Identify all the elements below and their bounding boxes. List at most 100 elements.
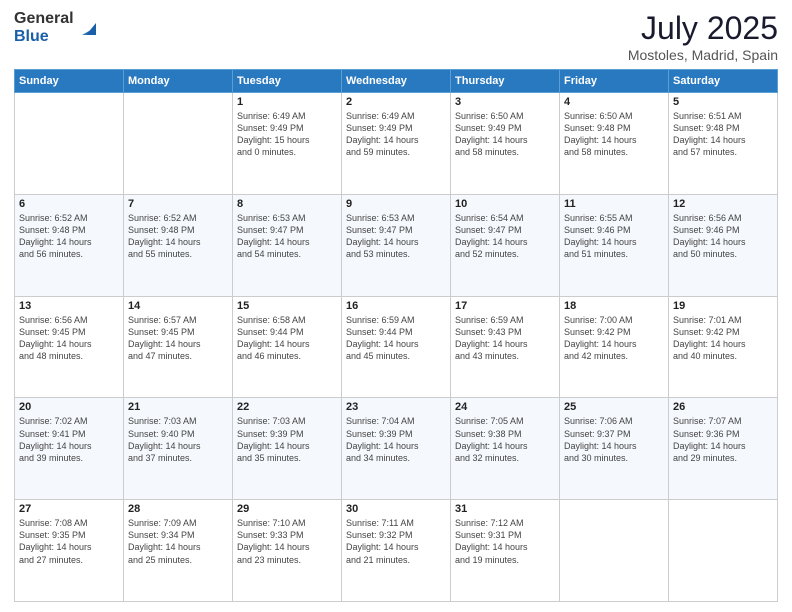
day-number: 17 [455, 300, 555, 312]
calendar-cell: 31 Sunrise: 7:12 AM Sunset: 9:31 PM Dayli… [451, 500, 560, 602]
day-number: 6 [19, 198, 119, 210]
col-monday: Monday [124, 70, 233, 93]
calendar-cell: 18Sunrise: 7:00 AM Sunset: 9:42 PM Dayli… [560, 296, 669, 398]
calendar-cell: 11 Sunrise: 6:55 AM Sunset: 9:46 PM Dayli… [560, 194, 669, 296]
day-info: Sunrise: 6:54 AM Sunset: 9:47 PM Dayligh… [455, 212, 555, 261]
day-info: Sunrise: 6:49 AM Sunset: 9:49 PM Dayligh… [237, 110, 337, 159]
col-tuesday: Tuesday [233, 70, 342, 93]
calendar-cell: 3 Sunrise: 6:50 AM Sunset: 9:49 PM Daylig… [451, 93, 560, 195]
calendar-cell [15, 93, 124, 195]
calendar-cell: 15Sunrise: 6:58 AM Sunset: 9:44 PM Dayli… [233, 296, 342, 398]
calendar-week-row: 1 Sunrise: 6:49 AM Sunset: 9:49 PM Daylig… [15, 93, 778, 195]
day-number: 30 [346, 503, 446, 515]
day-info: Sunrise: 7:04 AM Sunset: 9:39 PM Dayligh… [346, 415, 446, 464]
logo-blue: Blue [14, 28, 74, 46]
calendar-cell: 13 Sunrise: 6:56 AM Sunset: 9:45 PM Dayli… [15, 296, 124, 398]
day-number: 13 [19, 300, 119, 312]
day-number: 1 [237, 96, 337, 108]
day-number: 29 [237, 503, 337, 515]
day-number: 2 [346, 96, 446, 108]
calendar-cell: 24 Sunrise: 7:05 AM Sunset: 9:38 PM Dayli… [451, 398, 560, 500]
day-info: Sunrise: 7:12 AM Sunset: 9:31 PM Dayligh… [455, 517, 555, 566]
calendar-cell [669, 500, 778, 602]
page-header: General Blue July 2025 Mostoles, Madrid,… [14, 10, 778, 63]
day-info: Sunrise: 6:55 AM Sunset: 9:46 PM Dayligh… [564, 212, 664, 261]
day-number: 18 [564, 300, 664, 312]
day-number: 3 [455, 96, 555, 108]
day-number: 25 [564, 401, 664, 413]
calendar-week-row: 27Sunrise: 7:08 AM Sunset: 9:35 PM Dayli… [15, 500, 778, 602]
day-info: Sunrise: 6:50 AM Sunset: 9:49 PM Dayligh… [455, 110, 555, 159]
calendar-cell: 28Sunrise: 7:09 AM Sunset: 9:34 PM Dayli… [124, 500, 233, 602]
day-number: 11 [564, 198, 664, 210]
calendar-page: General Blue July 2025 Mostoles, Madrid,… [0, 0, 792, 612]
day-number: 12 [673, 198, 773, 210]
calendar-cell: 16 Sunrise: 6:59 AM Sunset: 9:44 PM Dayli… [342, 296, 451, 398]
calendar-week-row: 6Sunrise: 6:52 AM Sunset: 9:48 PM Daylig… [15, 194, 778, 296]
calendar-cell: 23 Sunrise: 7:04 AM Sunset: 9:39 PM Dayli… [342, 398, 451, 500]
day-number: 23 [346, 401, 446, 413]
day-number: 8 [237, 198, 337, 210]
calendar-body: 1 Sunrise: 6:49 AM Sunset: 9:49 PM Daylig… [15, 93, 778, 602]
day-info: Sunrise: 6:50 AM Sunset: 9:48 PM Dayligh… [564, 110, 664, 159]
day-number: 31 [455, 503, 555, 515]
calendar-cell: 26 Sunrise: 7:07 AM Sunset: 9:36 PM Dayli… [669, 398, 778, 500]
calendar-cell: 14Sunrise: 6:57 AM Sunset: 9:45 PM Dayli… [124, 296, 233, 398]
day-number: 16 [346, 300, 446, 312]
calendar-cell: 17 Sunrise: 6:59 AM Sunset: 9:43 PM Dayli… [451, 296, 560, 398]
day-number: 5 [673, 96, 773, 108]
col-saturday: Saturday [669, 70, 778, 93]
day-number: 7 [128, 198, 228, 210]
day-info: Sunrise: 7:03 AM Sunset: 9:39 PM Dayligh… [237, 415, 337, 464]
calendar-cell: 19 Sunrise: 7:01 AM Sunset: 9:42 PM Dayli… [669, 296, 778, 398]
col-sunday: Sunday [15, 70, 124, 93]
day-info: Sunrise: 7:01 AM Sunset: 9:42 PM Dayligh… [673, 314, 773, 363]
calendar-cell: 10 Sunrise: 6:54 AM Sunset: 9:47 PM Dayli… [451, 194, 560, 296]
calendar-cell: 8Sunrise: 6:53 AM Sunset: 9:47 PM Daylig… [233, 194, 342, 296]
day-info: Sunrise: 6:56 AM Sunset: 9:45 PM Dayligh… [19, 314, 119, 363]
day-info: Sunrise: 7:08 AM Sunset: 9:35 PM Dayligh… [19, 517, 119, 566]
day-number: 10 [455, 198, 555, 210]
day-number: 20 [19, 401, 119, 413]
calendar-week-row: 20 Sunrise: 7:02 AM Sunset: 9:41 PM Dayli… [15, 398, 778, 500]
title-month: July 2025 [628, 10, 778, 47]
col-thursday: Thursday [451, 70, 560, 93]
calendar-cell: 22 Sunrise: 7:03 AM Sunset: 9:39 PM Dayli… [233, 398, 342, 500]
day-info: Sunrise: 7:06 AM Sunset: 9:37 PM Dayligh… [564, 415, 664, 464]
day-info: Sunrise: 7:07 AM Sunset: 9:36 PM Dayligh… [673, 415, 773, 464]
calendar-cell: 21 Sunrise: 7:03 AM Sunset: 9:40 PM Dayli… [124, 398, 233, 500]
calendar-cell: 27Sunrise: 7:08 AM Sunset: 9:35 PM Dayli… [15, 500, 124, 602]
day-number: 22 [237, 401, 337, 413]
day-info: Sunrise: 7:03 AM Sunset: 9:40 PM Dayligh… [128, 415, 228, 464]
calendar-cell: 20 Sunrise: 7:02 AM Sunset: 9:41 PM Dayli… [15, 398, 124, 500]
day-info: Sunrise: 7:10 AM Sunset: 9:33 PM Dayligh… [237, 517, 337, 566]
calendar-cell: 25 Sunrise: 7:06 AM Sunset: 9:37 PM Dayli… [560, 398, 669, 500]
logo-text: General Blue [14, 10, 74, 45]
day-info: Sunrise: 7:05 AM Sunset: 9:38 PM Dayligh… [455, 415, 555, 464]
day-info: Sunrise: 7:02 AM Sunset: 9:41 PM Dayligh… [19, 415, 119, 464]
day-info: Sunrise: 6:57 AM Sunset: 9:45 PM Dayligh… [128, 314, 228, 363]
col-wednesday: Wednesday [342, 70, 451, 93]
logo-general: General [14, 10, 74, 28]
logo-icon [78, 17, 100, 39]
day-number: 19 [673, 300, 773, 312]
day-info: Sunrise: 6:59 AM Sunset: 9:43 PM Dayligh… [455, 314, 555, 363]
calendar-cell: 30 Sunrise: 7:11 AM Sunset: 9:32 PM Dayli… [342, 500, 451, 602]
calendar-cell: 12Sunrise: 6:56 AM Sunset: 9:46 PM Dayli… [669, 194, 778, 296]
day-number: 26 [673, 401, 773, 413]
col-friday: Friday [560, 70, 669, 93]
calendar-cell: 1 Sunrise: 6:49 AM Sunset: 9:49 PM Daylig… [233, 93, 342, 195]
day-info: Sunrise: 6:58 AM Sunset: 9:44 PM Dayligh… [237, 314, 337, 363]
calendar-cell: 7Sunrise: 6:52 AM Sunset: 9:48 PM Daylig… [124, 194, 233, 296]
title-block: July 2025 Mostoles, Madrid, Spain [628, 10, 778, 63]
day-info: Sunrise: 7:11 AM Sunset: 9:32 PM Dayligh… [346, 517, 446, 566]
calendar-cell [560, 500, 669, 602]
calendar-header-row: Sunday Monday Tuesday Wednesday Thursday… [15, 70, 778, 93]
day-number: 21 [128, 401, 228, 413]
day-number: 24 [455, 401, 555, 413]
calendar-cell: 9Sunrise: 6:53 AM Sunset: 9:47 PM Daylig… [342, 194, 451, 296]
calendar-cell: 2Sunrise: 6:49 AM Sunset: 9:49 PM Daylig… [342, 93, 451, 195]
day-info: Sunrise: 6:53 AM Sunset: 9:47 PM Dayligh… [346, 212, 446, 261]
calendar-table: Sunday Monday Tuesday Wednesday Thursday… [14, 69, 778, 602]
day-info: Sunrise: 6:59 AM Sunset: 9:44 PM Dayligh… [346, 314, 446, 363]
